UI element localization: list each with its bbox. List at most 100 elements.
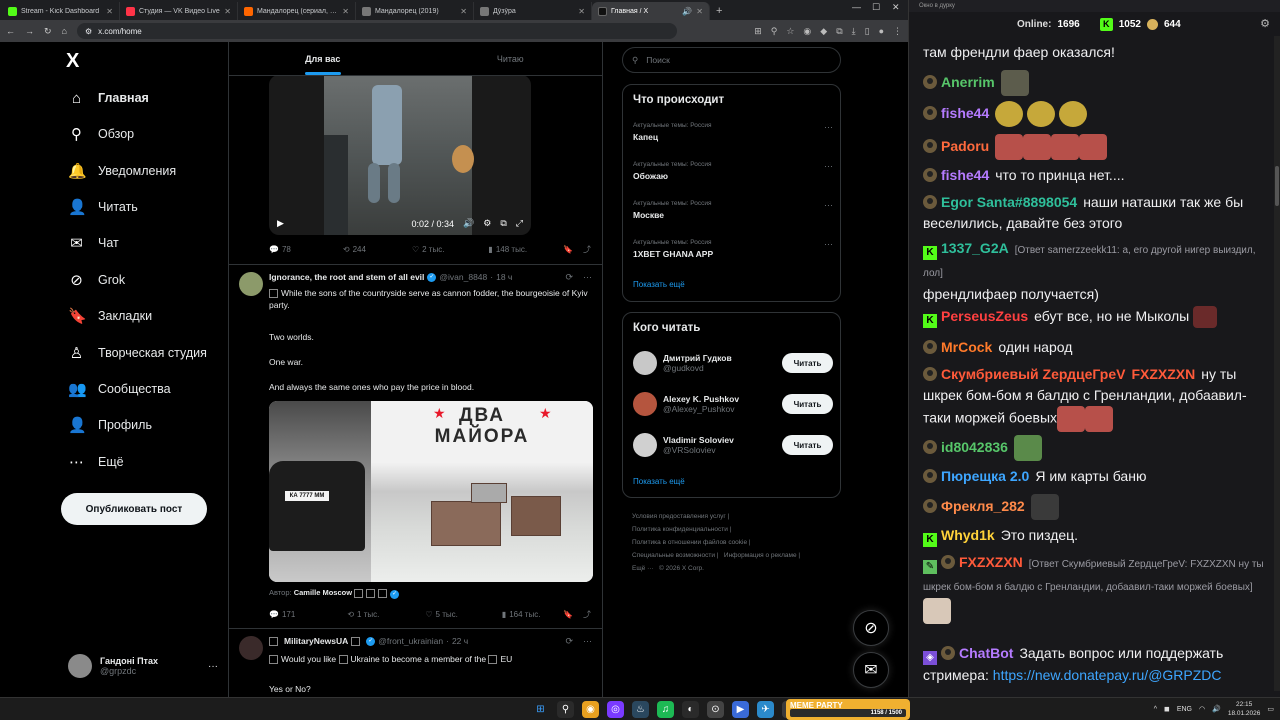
author-name[interactable]: Ignorance, the root and stem of all evil: [269, 272, 424, 282]
follow-suggestion[interactable]: Дмитрий Гудков @gudkovd Читать: [633, 348, 833, 378]
nav-item-chat[interactable]: ✉ Чат: [68, 232, 119, 254]
tab-for-you[interactable]: Для вас: [229, 42, 417, 75]
clock[interactable]: 22:15 18.01.2026: [1228, 700, 1261, 718]
author-handle[interactable]: @ivan_8848: [439, 272, 487, 282]
spotify-icon[interactable]: ♫: [657, 701, 674, 718]
close-tab-icon[interactable]: ✕: [578, 7, 585, 16]
footer-link[interactable]: Политика в отношении файлов cookie: [632, 539, 747, 546]
share-icon[interactable]: ⤴: [583, 609, 591, 620]
more-icon[interactable]: ···: [824, 200, 833, 210]
reload-icon[interactable]: ↻: [44, 26, 52, 37]
extension-icon[interactable]: ◉: [803, 26, 811, 37]
chat-username[interactable]: Egor Santa#8898054: [941, 194, 1077, 210]
settings-icon[interactable]: ⚙: [483, 218, 491, 229]
wifi-icon[interactable]: ◠: [1199, 705, 1205, 713]
translate-icon[interactable]: ⊞: [754, 26, 762, 37]
who-to-follow-show-more[interactable]: Показать ещё: [633, 477, 685, 486]
start-icon[interactable]: ⊞: [532, 701, 549, 718]
reply-button[interactable]: 💬 171: [269, 610, 295, 619]
volume-icon[interactable]: 🔊: [463, 218, 474, 229]
repost-button[interactable]: ⟲ 1 тыс.: [347, 610, 379, 619]
chat-scrollbar[interactable]: [1274, 36, 1280, 691]
share-icon[interactable]: ⤴: [583, 244, 591, 255]
browser-tab[interactable]: Stream - Kick Dashboard ✕: [2, 2, 120, 20]
nav-item-bookmarks[interactable]: 🔖 Закладки: [68, 305, 152, 327]
site-info-icon[interactable]: ⚙: [85, 27, 92, 36]
donate-link[interactable]: https://new.donatepay.ru/@GRPZDC: [993, 667, 1222, 683]
star-icon[interactable]: ☆: [786, 26, 794, 37]
chat-username[interactable]: ChatBot: [959, 645, 1013, 661]
nav-item-studio[interactable]: ♙ Творческая студия: [68, 342, 207, 364]
chat-username[interactable]: Скумбриевый ZердцеГреV: [941, 366, 1125, 382]
chat-username[interactable]: 1337_G2A: [941, 240, 1009, 256]
chat-username[interactable]: fishe44: [941, 105, 989, 121]
chat-username[interactable]: PerseusZeus: [941, 308, 1028, 324]
telegram-icon[interactable]: ✈: [757, 701, 774, 718]
nav-item-profile[interactable]: 👤 Профиль: [68, 414, 152, 436]
follow-button[interactable]: Читать: [782, 394, 833, 414]
nav-item-follow[interactable]: 👤 Читать: [68, 196, 138, 218]
trend-item[interactable]: Актуальные темы: Россия Обожаю ···: [633, 161, 833, 181]
play-icon[interactable]: ▶: [277, 218, 284, 229]
avatar[interactable]: [239, 636, 263, 660]
views-button[interactable]: ▮ 148 тыс.: [488, 245, 527, 254]
obs-icon[interactable]: ◎: [607, 701, 624, 718]
meme-party-widget[interactable]: MEME PARTY 1158 / 1500: [786, 699, 910, 720]
chat-username[interactable]: Пюрещка 2.0: [941, 468, 1029, 484]
follow-suggestion[interactable]: Alexey K. Pushkov @Alexey_Pushkov Читать: [633, 389, 833, 419]
bookmark-icon[interactable]: 🔖: [563, 245, 573, 254]
views-button[interactable]: ▮ 164 тыс.: [502, 610, 541, 619]
tweet-time[interactable]: 18 ч: [496, 272, 512, 282]
follow-button[interactable]: Читать: [782, 353, 833, 373]
like-button[interactable]: ♡ 2 тыс.: [412, 245, 444, 254]
tray-app-icon[interactable]: ◼: [1164, 705, 1170, 713]
browser-tab[interactable]: Студия — VK Видео Live ✕: [120, 2, 238, 20]
forward-icon[interactable]: →: [25, 26, 34, 36]
close-tab-icon[interactable]: ✕: [460, 7, 467, 16]
puzzle-icon[interactable]: ⧉: [836, 26, 842, 37]
browser-tab[interactable]: Мандалорец (сериал, 1-4 сез✕: [238, 2, 356, 20]
avatar[interactable]: [239, 272, 263, 296]
new-tab-button[interactable]: +: [710, 2, 728, 20]
chat-username[interactable]: Padoru: [941, 138, 989, 154]
maximize-icon[interactable]: ☐: [872, 2, 880, 13]
trends-show-more[interactable]: Показать ещё: [633, 280, 685, 289]
nav-item-home[interactable]: ⌂ Главная: [68, 87, 149, 109]
footer-link[interactable]: Условия предоставления услуг: [632, 513, 726, 520]
close-tab-icon[interactable]: ✕: [106, 7, 113, 16]
footer-link[interactable]: Ещё ···: [632, 565, 654, 572]
reply-button[interactable]: 💬 78: [269, 245, 291, 254]
fullscreen-icon[interactable]: ⤢: [516, 218, 523, 229]
video-player[interactable]: ▶ 0:02 / 0:34 🔊 ⚙ ⧉ ⤢: [269, 75, 531, 235]
close-window-icon[interactable]: ✕: [892, 2, 900, 13]
nav-item-communities[interactable]: 👥 Сообщества: [68, 378, 171, 400]
more-icon[interactable]: ···: [583, 272, 592, 283]
nav-item-explore[interactable]: ⚲ Обзор: [68, 123, 134, 145]
browser-tab-active[interactable]: Главная / X 🔊 ✕: [592, 2, 710, 20]
footer-link[interactable]: Информация о рекламе: [724, 552, 797, 559]
chat-mention[interactable]: FXZXZXN: [1131, 366, 1195, 382]
split-view-icon[interactable]: ▯: [865, 26, 870, 37]
trend-item[interactable]: Актуальные темы: Россия Капец ···: [633, 122, 833, 142]
chat-username[interactable]: FXZXZXN: [959, 554, 1023, 570]
zoom-icon[interactable]: ⚲: [771, 26, 778, 37]
close-tab-icon[interactable]: ✕: [342, 7, 349, 16]
author-handle[interactable]: @front_ukrainian: [378, 636, 443, 646]
nav-item-grok[interactable]: ⊘ Grok: [68, 269, 125, 291]
close-tab-icon[interactable]: ✕: [696, 7, 703, 16]
steam-icon[interactable]: ♨: [632, 701, 649, 718]
chat-username[interactable]: id8042836: [941, 439, 1008, 455]
follow-suggestion[interactable]: Vladimir Soloviev @VRSoloviev Читать: [633, 430, 833, 460]
minimize-icon[interactable]: —: [852, 2, 861, 12]
x-logo[interactable]: X: [66, 50, 79, 73]
chat-username[interactable]: Фрекля_282: [941, 498, 1025, 514]
close-tab-icon[interactable]: ✕: [224, 7, 231, 16]
tweet-video-thumbnail[interactable]: КА 7777 ММ ★ ★ ДВА МАЙОРА: [269, 401, 593, 582]
chat-username[interactable]: fishe44: [941, 167, 989, 183]
volume-icon[interactable]: 🔊: [1212, 705, 1221, 713]
footer-link[interactable]: Специальные возможности: [632, 552, 715, 559]
more-icon[interactable]: ···: [824, 161, 833, 171]
app-icon[interactable]: ⊙: [707, 701, 724, 718]
tab-following[interactable]: Читаю: [417, 42, 603, 75]
chat-username[interactable]: Anerrim: [941, 74, 995, 90]
